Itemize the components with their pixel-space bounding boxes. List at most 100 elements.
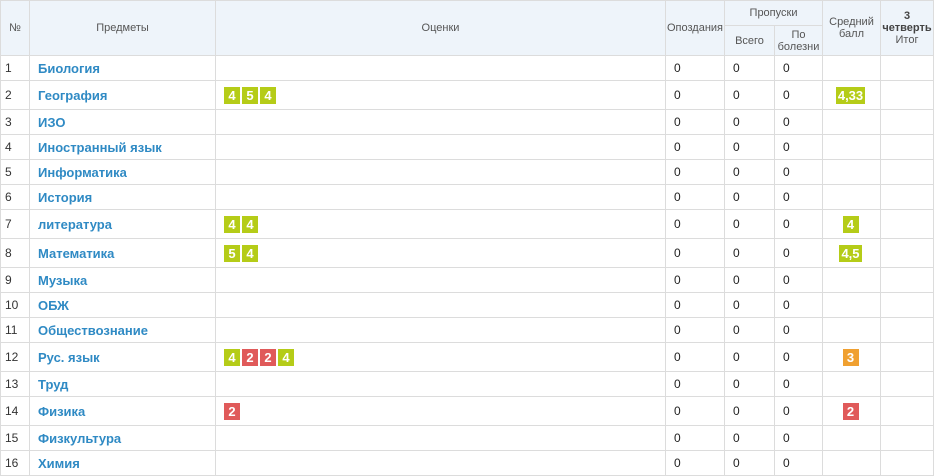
late-count: 0	[665, 209, 725, 239]
header-absences: Пропуски	[724, 0, 823, 26]
absences-total-count: 0	[724, 159, 775, 185]
average-mark: 4,33	[835, 86, 866, 104]
late-count: 0	[665, 396, 725, 426]
header-average: Средний балл	[822, 0, 881, 56]
subject-link[interactable]: География	[29, 80, 216, 110]
header-quarter: 3 четверть Итог	[880, 0, 934, 56]
row-number: 7	[0, 209, 30, 239]
row-number: 6	[0, 184, 30, 210]
header-num: №	[0, 0, 30, 56]
quarter-total-cell	[880, 209, 934, 239]
table-row: 10 ОБЖ 0 0 0	[0, 292, 934, 318]
table-body: 1 Биология 0 0 0 2 География 4 5 4 0 0 0 4,33 3 ИЗО 0 0 0 4…	[0, 55, 934, 476]
row-number: 8	[0, 238, 30, 268]
table-row: 4 Иностранный язык 0 0 0	[0, 134, 934, 160]
grade-mark[interactable]: 5	[242, 86, 258, 104]
quarter-total-cell	[880, 134, 934, 160]
quarter-total-cell	[880, 292, 934, 318]
marks-cell: 2	[215, 396, 666, 426]
table-row: 3 ИЗО 0 0 0	[0, 109, 934, 135]
subject-link[interactable]: Труд	[29, 371, 216, 397]
grade-mark[interactable]: 4	[224, 86, 240, 104]
absences-total-count: 0	[724, 371, 775, 397]
average-cell: 4,5	[822, 238, 881, 268]
header-quarter-name: четверть	[882, 22, 932, 34]
late-count: 0	[665, 159, 725, 185]
header-subjects: Предметы	[29, 0, 216, 56]
quarter-total-cell	[880, 317, 934, 343]
quarter-total-cell	[880, 396, 934, 426]
subject-link[interactable]: Информатика	[29, 159, 216, 185]
absences-total-count: 0	[724, 209, 775, 239]
subject-link[interactable]: Физика	[29, 396, 216, 426]
absences-total-count: 0	[724, 134, 775, 160]
subject-link[interactable]: Рус. язык	[29, 342, 216, 372]
absences-sick-count: 0	[774, 209, 823, 239]
marks-cell: 4224	[215, 342, 666, 372]
subject-link[interactable]: литература	[29, 209, 216, 239]
late-count: 0	[665, 134, 725, 160]
grades-table: № Предметы Оценки Опоздания Пропуски Сре…	[0, 0, 934, 476]
subject-link[interactable]: Обществознание	[29, 317, 216, 343]
absences-total-count: 0	[724, 109, 775, 135]
average-cell: 2	[822, 396, 881, 426]
row-number: 9	[0, 267, 30, 293]
quarter-total-cell	[880, 159, 934, 185]
absences-sick-count: 0	[774, 267, 823, 293]
absences-total-count: 0	[724, 425, 775, 451]
average-cell	[822, 184, 881, 210]
quarter-total-cell	[880, 238, 934, 268]
average-cell: 3	[822, 342, 881, 372]
grade-mark[interactable]: 4	[260, 86, 276, 104]
marks-cell	[215, 184, 666, 210]
marks-cell	[215, 267, 666, 293]
row-number: 4	[0, 134, 30, 160]
absences-total-count: 0	[724, 267, 775, 293]
header-absences-sick: По болезни	[774, 25, 823, 56]
absences-sick-count: 0	[774, 80, 823, 110]
absences-sick-count: 0	[774, 342, 823, 372]
absences-total-count: 0	[724, 80, 775, 110]
grade-mark[interactable]: 4	[224, 215, 240, 233]
absences-sick-count: 0	[774, 317, 823, 343]
grade-mark[interactable]: 2	[260, 348, 276, 366]
table-row: 11 Обществознание 0 0 0	[0, 317, 934, 343]
row-number: 2	[0, 80, 30, 110]
quarter-total-cell	[880, 80, 934, 110]
grade-mark[interactable]: 4	[224, 348, 240, 366]
row-number: 13	[0, 371, 30, 397]
marks-cell	[215, 425, 666, 451]
subject-link[interactable]: Математика	[29, 238, 216, 268]
subject-link[interactable]: Музыка	[29, 267, 216, 293]
late-count: 0	[665, 292, 725, 318]
quarter-total-cell	[880, 55, 934, 81]
subject-link[interactable]: ОБЖ	[29, 292, 216, 318]
subject-link[interactable]: Иностранный язык	[29, 134, 216, 160]
subject-link[interactable]: ИЗО	[29, 109, 216, 135]
grade-mark[interactable]: 4	[242, 244, 258, 262]
row-number: 11	[0, 317, 30, 343]
quarter-total-cell	[880, 267, 934, 293]
grade-mark[interactable]: 4	[242, 215, 258, 233]
absences-sick-count: 0	[774, 109, 823, 135]
average-cell: 4	[822, 209, 881, 239]
absences-total-count: 0	[724, 292, 775, 318]
grade-mark[interactable]: 2	[224, 402, 240, 420]
row-number: 10	[0, 292, 30, 318]
average-cell	[822, 267, 881, 293]
grade-mark[interactable]: 4	[278, 348, 294, 366]
quarter-total-cell	[880, 184, 934, 210]
row-number: 14	[0, 396, 30, 426]
grade-mark[interactable]: 5	[224, 244, 240, 262]
row-number: 3	[0, 109, 30, 135]
quarter-total-cell	[880, 342, 934, 372]
absences-sick-count: 0	[774, 371, 823, 397]
subject-link[interactable]: История	[29, 184, 216, 210]
subject-link[interactable]: Физкультура	[29, 425, 216, 451]
absences-sick-count: 0	[774, 396, 823, 426]
late-count: 0	[665, 267, 725, 293]
average-cell	[822, 134, 881, 160]
header-absences-total: Всего	[724, 25, 775, 56]
grade-mark[interactable]: 2	[242, 348, 258, 366]
subject-link[interactable]: Биология	[29, 55, 216, 81]
